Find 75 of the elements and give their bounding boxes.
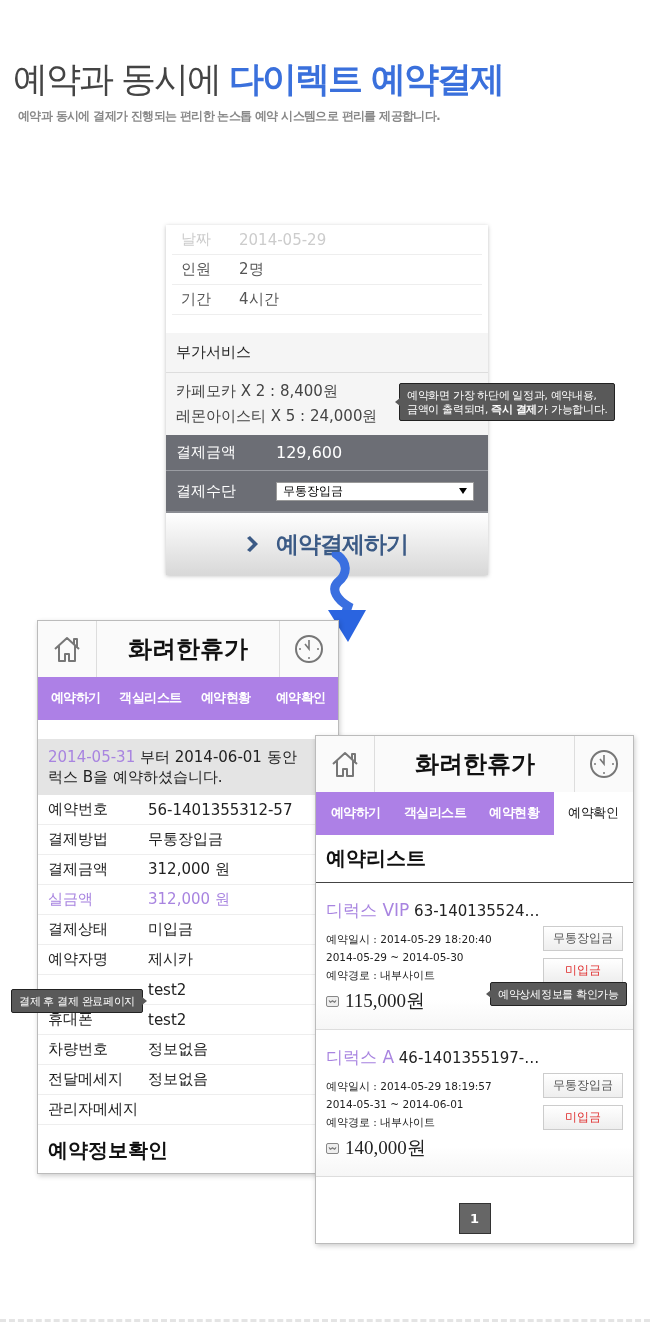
reservation-card[interactable]: 디럭스 A 46-1401355197-… 예약일시 : 2014-05-29 18:19:57 2014-05-31 ~ 2014-06-01 예약경로 : 내부사이트 무통장입금 미입금 140,000원 <box>316 1030 633 1177</box>
total-label: 결제금액 <box>176 443 237 462</box>
field-label: 실금액 <box>48 890 93 908</box>
booking-time: 예약일시 : 2014-05-29 18:20:40 <box>326 932 492 947</box>
message-text: 부터 2014-06-01 동안 <box>139 748 297 766</box>
clock-icon <box>589 749 619 779</box>
field-value: 56-1401355312-57 <box>148 800 293 819</box>
price: 140,000원 <box>345 1136 426 1160</box>
nav-tab[interactable]: 객실리스트 <box>395 792 475 835</box>
extra-item: 카페모카 X 2 : 8,400원 <box>176 382 338 400</box>
nav-tab[interactable]: 예약현황 <box>188 677 263 720</box>
home-icon <box>52 635 82 663</box>
price: 115,000원 <box>345 989 426 1013</box>
nav-tab[interactable]: 객실리스트 <box>113 677 188 720</box>
booking-route: 예약경로 : 내부사이트 <box>326 1115 437 1130</box>
payment-status-tag: 미입금 <box>543 1105 623 1130</box>
field-label: 결제방법 <box>48 830 108 848</box>
money-icon <box>326 1142 339 1154</box>
payment-method-tag: 무통장입금 <box>543 1073 623 1098</box>
field-value: 정보없음 <box>148 1040 208 1059</box>
extras-title: 부가서비스 <box>176 343 251 361</box>
home-icon <box>330 750 360 778</box>
detail-value: 2명 <box>239 260 264 279</box>
method-label: 결제수단 <box>176 481 237 501</box>
field-label: 휴대폰 <box>48 1010 93 1028</box>
field-value: 정보없음 <box>148 1070 208 1089</box>
field-label: 예약자명 <box>48 950 108 968</box>
clock-icon <box>294 634 324 664</box>
nav-tab[interactable]: 예약하기 <box>316 792 396 835</box>
room-name: 디럭스 VIP <box>326 900 410 920</box>
field-label: 관리자메세지 <box>48 1100 138 1118</box>
tooltip: 결제 후 결제 완료페이지 <box>11 989 144 1013</box>
total-value: 129,600 <box>276 443 343 462</box>
field-value: 312,000 원 <box>148 860 230 879</box>
app-title: 화려한휴가 <box>413 749 536 780</box>
field-label: 결제금액 <box>48 860 108 878</box>
detail-label: 기간 <box>180 290 212 309</box>
field-label: 전달메세지 <box>48 1070 123 1088</box>
pay-button[interactable]: 예약결제하기 <box>166 513 488 575</box>
app-title: 화려한휴가 <box>127 634 249 665</box>
payment-status-tag: 미입금 <box>543 958 623 983</box>
stay-period: 2014-05-29 ~ 2014-05-30 <box>326 950 465 965</box>
subtitle: 예약과 동시에 결제가 진행되는 편리한 논스톱 예약 시스템으로 편리를 제공합니다. <box>18 109 440 124</box>
field-value: 미입금 <box>148 920 193 939</box>
field-label: 예약번호 <box>48 800 108 818</box>
detail-value: 4시간 <box>239 290 279 309</box>
section-title: 예약정보확인 <box>48 1137 168 1164</box>
caret-icon <box>459 487 467 495</box>
reservation-number: 63-140135524… <box>414 902 540 920</box>
message-text: 럭스 B을 예약하셨습니다. <box>48 768 223 786</box>
field-label: 결제상태 <box>48 920 108 938</box>
nav-tab[interactable]: 예약하기 <box>38 677 113 720</box>
room-name: 디럭스 A <box>326 1047 395 1067</box>
nav-tab[interactable]: 예약현황 <box>474 792 554 835</box>
detail-label: 인원 <box>180 260 212 279</box>
field-value: 무통장입금 <box>148 830 223 849</box>
money-icon <box>326 995 339 1007</box>
field-value: test2 <box>148 980 187 999</box>
page-number[interactable]: 1 <box>458 1203 491 1234</box>
payment-method-select[interactable]: 무통장입금 <box>276 481 474 501</box>
field-label: 차량번호 <box>48 1040 108 1058</box>
extra-item: 레몬아이스티 X 5 : 24,000원 <box>176 407 378 425</box>
headline: 예약과 동시에 다이렉트 예약결제 <box>13 58 504 101</box>
reservation-number: 46-1401355197-… <box>398 1049 540 1067</box>
nav-tab[interactable]: 예약확인 <box>263 677 338 720</box>
nav-tab[interactable]: 예약확인 <box>553 792 633 835</box>
payment-method-tag: 무통장입금 <box>543 926 623 951</box>
field-value: 제시카 <box>148 950 193 969</box>
field-value: test2 <box>148 1010 187 1029</box>
booking-time: 예약일시 : 2014-05-29 18:19:57 <box>326 1079 492 1094</box>
booking-route: 예약경로 : 내부사이트 <box>326 968 437 983</box>
chevron-icon <box>246 536 258 552</box>
field-value: 312,000 원 <box>148 890 230 909</box>
stay-period: 2014-05-31 ~ 2014-06-01 <box>326 1097 465 1112</box>
booking-date: 2014-05-31 <box>48 748 136 766</box>
